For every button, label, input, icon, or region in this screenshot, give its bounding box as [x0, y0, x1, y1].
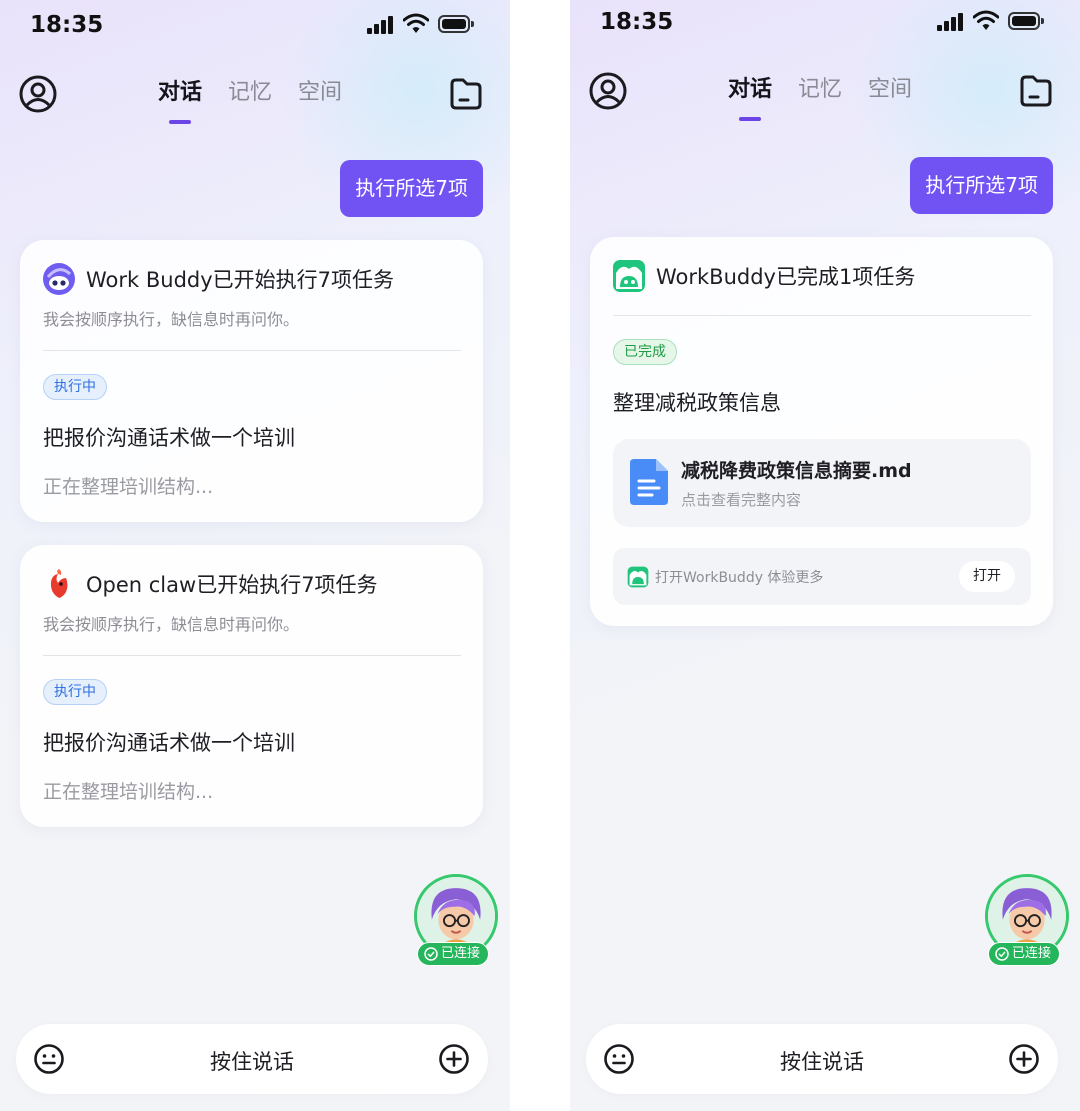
- wifi-icon: [973, 10, 999, 30]
- file-hint: 点击查看完整内容: [681, 491, 802, 509]
- card-subtitle: 我会按顺序执行，缺信息时再问你。: [43, 615, 300, 634]
- tab-chat[interactable]: 对话: [158, 78, 202, 124]
- card-header: Open claw已开始执行7项任务: [42, 567, 463, 601]
- assistant-avatar[interactable]: 已连接: [414, 874, 498, 970]
- status-badge-done: 已完成: [613, 339, 677, 365]
- workbuddy-purple-robot-icon: [43, 263, 75, 295]
- voice-input-bar[interactable]: 按住说话: [586, 1024, 1058, 1094]
- tab-memory[interactable]: 记忆: [798, 75, 842, 105]
- task-progress: 正在整理培训结构...: [43, 781, 214, 803]
- card-title: WorkBuddy已完成1项任务: [656, 265, 916, 289]
- connected-label: 已连接: [441, 946, 481, 961]
- workbuddy-green-logo-icon: [627, 566, 649, 588]
- connected-status-badge: 已连接: [417, 942, 490, 966]
- status-bar: 18:35: [570, 0, 1080, 50]
- card-subtitle: 我会按顺序执行，缺信息时再问你。: [43, 310, 300, 329]
- status-badge-running: 执行中: [43, 374, 107, 400]
- file-attachment[interactable]: 减税降费政策信息摘要.md 点击查看完整内容: [613, 439, 1031, 527]
- tab-space[interactable]: 空间: [868, 75, 912, 105]
- status-time: 18:35: [30, 12, 104, 38]
- top-navigation: 对话 记忆 空间: [0, 70, 510, 126]
- task-name: 把报价沟通话术做一个培训: [43, 731, 295, 755]
- connected-status-badge: 已连接: [988, 942, 1061, 966]
- card-divider: [613, 315, 1031, 316]
- status-badge-running: 执行中: [43, 679, 107, 705]
- card-header: Work Buddy已开始执行7项任务: [42, 262, 463, 296]
- workbuddy-green-logo-icon: [613, 260, 645, 292]
- open-workbuddy-banner: 打开WorkBuddy 体验更多 打开: [613, 548, 1031, 605]
- left-phone-screen: 18:35 对话 记忆 空间 执行所选7项 Work Buddy已开始执行7项任…: [0, 0, 510, 1111]
- document-icon: [630, 459, 668, 505]
- promo-text: 打开WorkBuddy 体验更多: [655, 570, 824, 586]
- card-divider: [43, 350, 461, 351]
- voice-input-bar[interactable]: 按住说话: [16, 1024, 488, 1094]
- plus-icon[interactable]: [438, 1043, 470, 1075]
- right-phone-screen: 18:35 对话 记忆 空间 执行所选7项 WorkBuddy已完成1项任务 已…: [570, 0, 1080, 1111]
- hold-to-talk-button[interactable]: 按住说话: [16, 1046, 488, 1076]
- folder-icon[interactable]: [1018, 73, 1054, 109]
- battery-icon: [438, 15, 474, 33]
- status-bar: 18:35: [0, 0, 510, 50]
- tab-memory[interactable]: 记忆: [228, 78, 272, 108]
- profile-icon[interactable]: [588, 71, 628, 111]
- signal-icon: [367, 16, 395, 34]
- wifi-icon: [403, 13, 429, 33]
- signal-icon: [937, 13, 965, 31]
- open-button[interactable]: 打开: [959, 561, 1015, 592]
- connected-label: 已连接: [1012, 946, 1052, 961]
- file-name: 减税降费政策信息摘要.md: [681, 460, 912, 482]
- check-circle-icon: [424, 947, 438, 961]
- execute-selected-message: 执行所选7项: [910, 157, 1053, 214]
- tab-bar: 对话 记忆 空间: [728, 75, 912, 121]
- tab-bar: 对话 记忆 空间: [158, 78, 342, 124]
- task-name: 把报价沟通话术做一个培训: [43, 426, 295, 450]
- task-name: 整理减税政策信息: [613, 391, 781, 415]
- tab-space[interactable]: 空间: [298, 78, 342, 108]
- execute-selected-message: 执行所选7项: [340, 160, 483, 217]
- tab-chat[interactable]: 对话: [728, 75, 772, 121]
- task-card-openclaw[interactable]: Open claw已开始执行7项任务 我会按顺序执行，缺信息时再问你。 执行中 …: [20, 545, 483, 827]
- folder-icon[interactable]: [448, 76, 484, 112]
- card-title: Work Buddy已开始执行7项任务: [86, 268, 395, 292]
- plus-icon[interactable]: [1008, 1043, 1040, 1075]
- task-card-completed[interactable]: WorkBuddy已完成1项任务 已完成 整理减税政策信息 减税降费政策信息摘要…: [590, 237, 1053, 626]
- assistant-avatar[interactable]: 已连接: [985, 874, 1069, 970]
- hold-to-talk-button[interactable]: 按住说话: [586, 1046, 1058, 1076]
- card-divider: [43, 655, 461, 656]
- task-progress: 正在整理培训结构...: [43, 476, 214, 498]
- battery-icon: [1008, 12, 1044, 30]
- card-header: WorkBuddy已完成1项任务: [612, 259, 1033, 293]
- top-navigation: 对话 记忆 空间: [570, 67, 1080, 123]
- card-title: Open claw已开始执行7项任务: [86, 573, 378, 597]
- check-circle-icon: [995, 947, 1009, 961]
- status-time: 18:35: [600, 9, 674, 35]
- profile-icon[interactable]: [18, 74, 58, 114]
- openclaw-red-claw-icon: [50, 569, 68, 598]
- task-card-workbuddy[interactable]: Work Buddy已开始执行7项任务 我会按顺序执行，缺信息时再问你。 执行中…: [20, 240, 483, 522]
